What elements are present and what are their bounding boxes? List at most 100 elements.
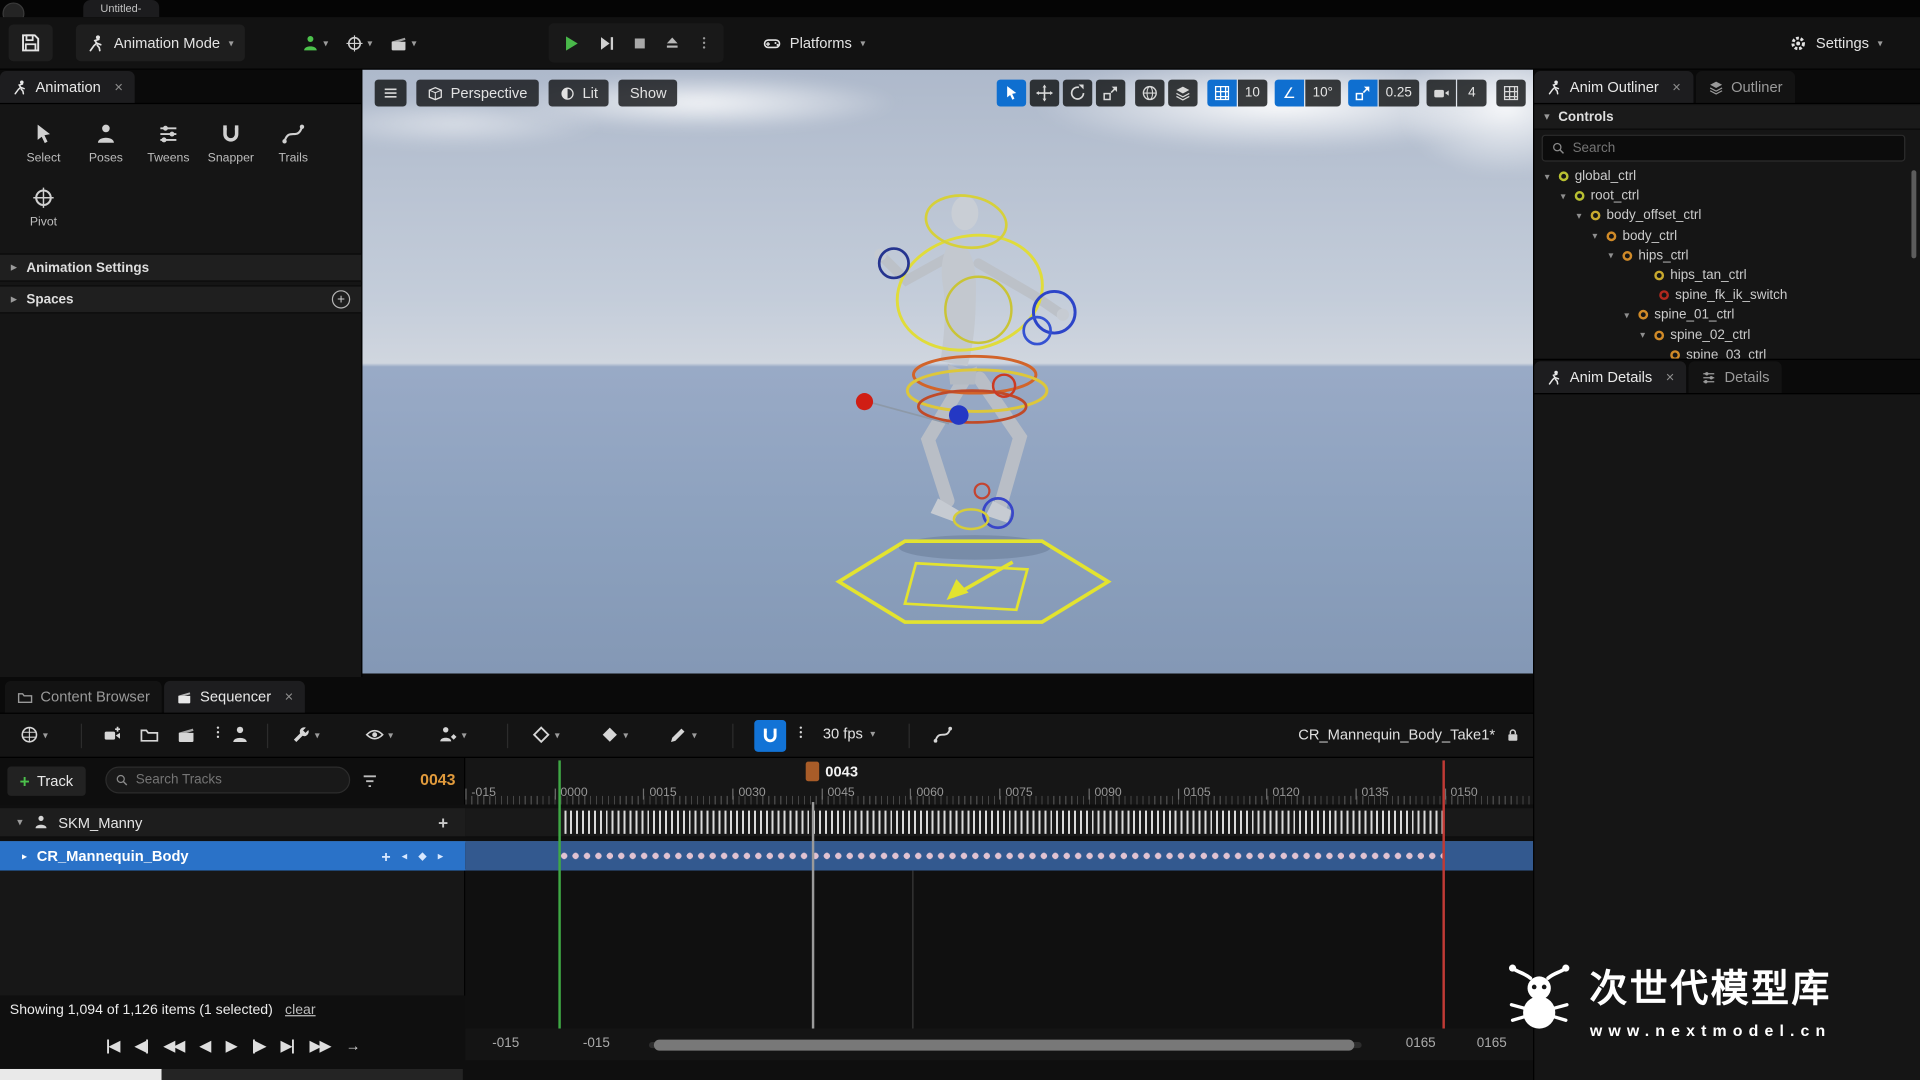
settings-button[interactable]: Settings ▾ [1778, 24, 1894, 61]
snap-toggle[interactable] [754, 720, 786, 752]
blueprints-button[interactable]: ▾ [345, 34, 372, 52]
add-track-actor-button[interactable] [230, 725, 250, 745]
scale-tool-button[interactable] [1096, 80, 1125, 107]
add-space-button[interactable]: + [332, 290, 350, 308]
asset-tab[interactable]: Untitled- [83, 0, 158, 17]
viewport[interactable]: Perspective Lit Show 10 ∠ 10° 0.25 [362, 70, 1533, 674]
view-options-button[interactable]: ▾ [365, 725, 393, 745]
surface-snap-button[interactable] [1168, 80, 1197, 107]
tree-item[interactable]: ▾ root_ctrl [1534, 186, 1907, 206]
sequence-options-icon[interactable] [211, 725, 226, 740]
snap-options-icon[interactable] [793, 725, 808, 740]
cr-track-left[interactable]: ▸ CR_Mannequin_Body + ◂ ◆ ▸ [0, 841, 465, 870]
close-icon[interactable]: × [114, 78, 123, 95]
working-range-start[interactable]: -015 [583, 1036, 610, 1051]
fps-selector[interactable]: 30 fps▾ [823, 725, 875, 742]
track-search-input[interactable] [136, 773, 341, 788]
playback-end-line[interactable] [1442, 760, 1444, 1028]
play-button[interactable] [561, 32, 582, 53]
view-range-start[interactable]: -015 [492, 1036, 519, 1051]
cr-track-timeline[interactable] [465, 841, 1533, 870]
scrollbar-thumb[interactable] [654, 1040, 1354, 1051]
lock-icon[interactable] [1505, 727, 1521, 743]
tree-item[interactable]: spine_fk_ik_switch [1534, 285, 1907, 305]
browse-sequence-button[interactable] [140, 725, 160, 745]
scale-snap-value[interactable]: 0.25 [1378, 80, 1419, 107]
camera-speed-value[interactable]: 4 [1457, 80, 1486, 107]
chevron-right-icon[interactable]: ▸ [22, 850, 27, 861]
world-options-button[interactable]: ▾ [20, 725, 48, 745]
controls-search[interactable] [1542, 135, 1906, 162]
tree-item[interactable]: ▾ spine_02_ctrl [1534, 325, 1907, 345]
close-icon[interactable]: × [1666, 369, 1675, 386]
viewport-layout-button[interactable] [1496, 80, 1525, 107]
previous-key-button[interactable]: ◀| [135, 1037, 148, 1054]
curve-editor-button[interactable] [933, 725, 953, 745]
tool-pivot[interactable]: Pivot [12, 175, 74, 239]
select-tool-button[interactable] [996, 80, 1025, 107]
playback-mode-button[interactable]: → [346, 1037, 359, 1054]
play-forward-button[interactable]: ▶ [226, 1037, 236, 1054]
platforms-button[interactable]: Platforms ▾ [752, 24, 877, 61]
go-to-end-button[interactable]: ▶▶ [310, 1037, 330, 1054]
tool-select[interactable]: Select [12, 111, 74, 175]
track-search[interactable] [105, 767, 350, 794]
key-icon[interactable]: ◆ [418, 849, 426, 862]
tree-item[interactable]: ▾ hips_ctrl [1534, 246, 1907, 266]
viewport-options-button[interactable] [375, 80, 407, 107]
mode-selector[interactable]: Animation Mode ▾ [76, 24, 245, 61]
perspective-button[interactable]: Perspective [416, 80, 538, 107]
tab-sequencer[interactable]: Sequencer × [165, 681, 306, 713]
play-reverse-button[interactable]: ◀ [200, 1037, 210, 1054]
tab-content-browser[interactable]: Content Browser [5, 681, 162, 713]
view-range-end[interactable]: 0165 [1477, 1036, 1507, 1051]
tool-poses[interactable]: Poses [75, 111, 137, 175]
add-track-button[interactable]: + Track [7, 767, 85, 796]
track-row-skm-manny-timeline[interactable] [465, 808, 1533, 837]
render-movie-button[interactable] [176, 725, 196, 745]
close-icon[interactable]: × [285, 688, 294, 705]
tree-item[interactable]: ▾ global_ctrl [1534, 167, 1907, 187]
go-to-front-button[interactable]: |◀ [106, 1037, 119, 1054]
tab-outliner[interactable]: Outliner [1696, 71, 1795, 103]
playhead-line[interactable] [812, 802, 814, 1029]
rotation-snap-value[interactable]: 10° [1305, 80, 1340, 107]
tree-item[interactable]: spine_03_ctrl [1534, 345, 1907, 359]
keyframe-options-button[interactable]: ▾ [531, 725, 559, 745]
outliner-scrollbar[interactable] [1911, 170, 1916, 258]
step-forward-button[interactable]: |▶ [252, 1037, 265, 1054]
close-icon[interactable]: × [1672, 78, 1681, 95]
next-key-icon[interactable]: ▸ [438, 849, 444, 862]
tool-trails[interactable]: Trails [262, 111, 324, 175]
tree-item[interactable]: hips_tan_ctrl [1534, 266, 1907, 286]
frame-skip-button[interactable] [598, 34, 616, 52]
grid-snap-value[interactable]: 10 [1238, 80, 1268, 107]
scale-snap-toggle[interactable] [1348, 80, 1377, 107]
grid-snap-toggle[interactable] [1207, 80, 1236, 107]
controls-section-header[interactable]: ▾ Controls [1534, 105, 1920, 129]
clear-filter-link[interactable]: clear [285, 1003, 316, 1018]
track-row-skm-manny[interactable]: ▾ SKM_Manny + [0, 808, 465, 837]
tool-tweens[interactable]: Tweens [137, 111, 199, 175]
playback-start-line[interactable] [558, 760, 560, 1028]
tab-anim-details[interactable]: Anim Details × [1534, 361, 1686, 393]
add-key-button[interactable]: + [381, 847, 390, 865]
timeline-empty[interactable] [465, 871, 1533, 1029]
create-camera-button[interactable] [103, 725, 123, 745]
rotate-tool-button[interactable] [1062, 80, 1091, 107]
move-tool-button[interactable] [1029, 80, 1058, 107]
filter-icon[interactable] [360, 771, 380, 791]
add-section-button[interactable]: + [438, 812, 448, 832]
stop-button[interactable] [632, 35, 648, 51]
step-back-button[interactable]: ◀◀ [164, 1037, 184, 1054]
tab-anim-outliner[interactable]: Anim Outliner × [1534, 71, 1693, 103]
working-range-end[interactable]: 0165 [1406, 1036, 1436, 1051]
controls-search-input[interactable] [1573, 141, 1896, 156]
mannequin-and-gizmos[interactable] [362, 70, 1533, 674]
section-animation-settings[interactable]: ▸ Animation Settings [0, 253, 361, 281]
save-button[interactable] [9, 24, 53, 61]
chevron-down-icon[interactable]: ▾ [17, 816, 23, 829]
edit-mode-button[interactable]: ▾ [669, 725, 697, 745]
tree-item[interactable]: ▾ spine_01_ctrl [1534, 305, 1907, 325]
show-button[interactable]: Show [619, 80, 678, 107]
